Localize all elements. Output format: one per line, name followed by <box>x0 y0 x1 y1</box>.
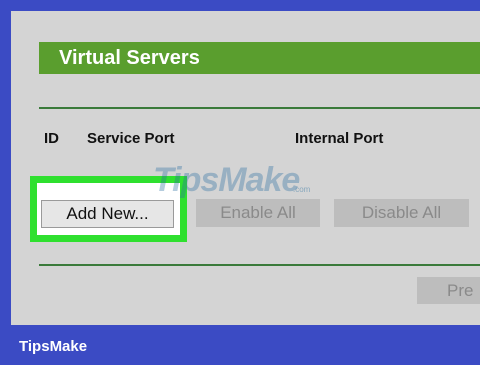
column-header-service-port: Service Port <box>87 130 175 147</box>
disable-all-button[interactable]: Disable All <box>334 199 469 227</box>
divider-top <box>39 107 480 109</box>
router-config-panel: Virtual Servers ID Service Port Internal… <box>11 11 480 325</box>
brand-label: TipsMake <box>19 338 88 355</box>
column-header-id: ID <box>44 130 59 147</box>
watermark-suffix: .com <box>293 185 311 194</box>
column-header-internal-port: Internal Port <box>295 130 384 147</box>
add-new-button[interactable]: Add New... <box>41 200 174 228</box>
enable-all-button[interactable]: Enable All <box>196 199 320 227</box>
divider-bottom <box>39 264 480 266</box>
previous-button[interactable]: Pre <box>417 277 480 304</box>
page-title: Virtual Servers <box>59 47 200 69</box>
section-header: Virtual Servers <box>39 42 480 74</box>
